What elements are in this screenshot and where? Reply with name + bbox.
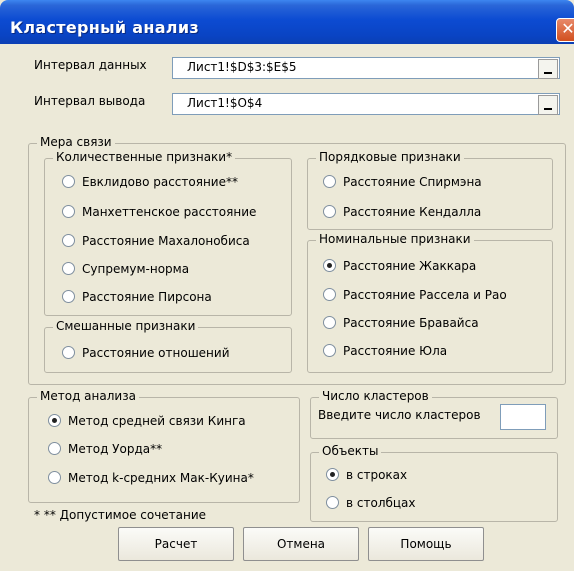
- output-range-value: Лист1!$O$4: [187, 96, 263, 110]
- option-label: Расстояние Бравайса: [343, 316, 479, 330]
- radio-euclid[interactable]: Евклидово расстояние**: [62, 175, 238, 191]
- radio-bravais[interactable]: Расстояние Бравайса: [323, 316, 479, 332]
- option-label: Евклидово расстояние**: [82, 175, 238, 189]
- data-range-input[interactable]: Лист1!$D$3:$E$5: [172, 57, 560, 79]
- close-icon[interactable]: ✕: [556, 18, 574, 42]
- method-group-title: Метод анализа: [37, 389, 139, 403]
- title-bar: Кластерный анализ ✕: [0, 0, 574, 44]
- calculate-button[interactable]: Расчет: [118, 527, 234, 561]
- dialog-window: Кластерный анализ ✕ Интервал данных Лист…: [0, 0, 574, 571]
- radio-icon[interactable]: [48, 471, 61, 484]
- data-range-value: Лист1!$D$3:$E$5: [187, 60, 297, 74]
- radio-ward[interactable]: Метод Уорда**: [48, 442, 162, 458]
- radio-icon[interactable]: [323, 316, 336, 329]
- option-label: Расстояние Пирсона: [82, 290, 212, 304]
- radio-icon[interactable]: [323, 205, 336, 218]
- quantitative-group-title: Количественные признаки*: [53, 150, 236, 164]
- measure-group-title: Мера связи: [37, 135, 115, 149]
- option-label: Расстояние Жаккара: [343, 259, 477, 273]
- radio-icon[interactable]: [62, 205, 75, 218]
- footnote: * ** Допустимое сочетание: [34, 508, 207, 522]
- option-label: Супремум-норма: [82, 262, 190, 276]
- help-button[interactable]: Помощь: [368, 527, 484, 561]
- radio-icon[interactable]: [323, 344, 336, 357]
- radio-rows[interactable]: в строках: [326, 468, 407, 484]
- radio-icon[interactable]: [48, 442, 61, 455]
- radio-icon[interactable]: [323, 259, 336, 272]
- option-label: Расстояние Спирмэна: [343, 175, 482, 189]
- radio-ratio[interactable]: Расстояние отношений: [62, 346, 230, 362]
- radio-russell-rao[interactable]: Расстояние Рассела и Рао: [323, 288, 507, 304]
- radio-icon[interactable]: [326, 468, 339, 481]
- option-label: Метод средней связи Кинга: [68, 414, 246, 428]
- radio-yule[interactable]: Расстояние Юла: [323, 344, 447, 360]
- radio-icon[interactable]: [323, 175, 336, 188]
- radio-icon[interactable]: [62, 262, 75, 275]
- radio-mahalanobis[interactable]: Расстояние Махалонобиса: [62, 234, 250, 250]
- option-label: Расстояние Кендалла: [343, 205, 482, 219]
- radio-pearson[interactable]: Расстояние Пирсона: [62, 290, 212, 306]
- cancel-button[interactable]: Отмена: [243, 527, 359, 561]
- ordinal-group-title: Порядковые признаки: [316, 150, 464, 164]
- option-label: Расстояние Юла: [343, 344, 448, 358]
- radio-jaccard[interactable]: Расстояние Жаккара: [323, 259, 476, 275]
- radio-icon[interactable]: [62, 234, 75, 247]
- option-label: в столбцах: [346, 496, 416, 510]
- option-label: Расстояние отношений: [82, 346, 230, 360]
- radio-spearman[interactable]: Расстояние Спирмэна: [323, 175, 482, 191]
- radio-icon[interactable]: [326, 496, 339, 509]
- radio-icon[interactable]: [62, 346, 75, 359]
- radio-columns[interactable]: в столбцах: [326, 496, 416, 512]
- option-label: Расстояние Рассела и Рао: [343, 288, 507, 302]
- clusters-count-input[interactable]: [500, 404, 546, 430]
- nominal-group-title: Номинальные признаки: [316, 232, 474, 246]
- clusters-group-title: Число кластеров: [319, 389, 432, 403]
- objects-group-title: Объекты: [319, 444, 382, 458]
- option-label: в строках: [346, 468, 408, 482]
- option-label: Расстояние Махалонобиса: [82, 234, 250, 248]
- radio-kendall[interactable]: Расстояние Кендалла: [323, 205, 481, 221]
- data-range-label: Интервал данных: [34, 58, 147, 72]
- radio-king[interactable]: Метод средней связи Кинга: [48, 414, 246, 430]
- option-label: Метод Уорда**: [68, 442, 163, 456]
- collapse-dialog-icon[interactable]: [538, 95, 558, 115]
- radio-supremum[interactable]: Супремум-норма: [62, 262, 189, 278]
- radio-kmeans[interactable]: Метод k-средних Мак-Куина*: [48, 471, 254, 487]
- radio-icon[interactable]: [48, 414, 61, 427]
- output-range-input[interactable]: Лист1!$O$4: [172, 93, 560, 115]
- radio-manhattan[interactable]: Манхеттенское расстояние: [62, 205, 256, 221]
- output-range-label: Интервал вывода: [34, 94, 146, 108]
- option-label: Метод k-средних Мак-Куина*: [68, 471, 254, 485]
- radio-icon[interactable]: [323, 288, 336, 301]
- radio-icon[interactable]: [62, 290, 75, 303]
- clusters-prompt: Введите число кластеров: [318, 408, 481, 422]
- collapse-dialog-icon[interactable]: [538, 59, 558, 79]
- radio-icon[interactable]: [62, 175, 75, 188]
- option-label: Манхеттенское расстояние: [82, 205, 257, 219]
- mixed-group-title: Смешанные признаки: [53, 319, 199, 333]
- window-title: Кластерный анализ: [10, 18, 199, 37]
